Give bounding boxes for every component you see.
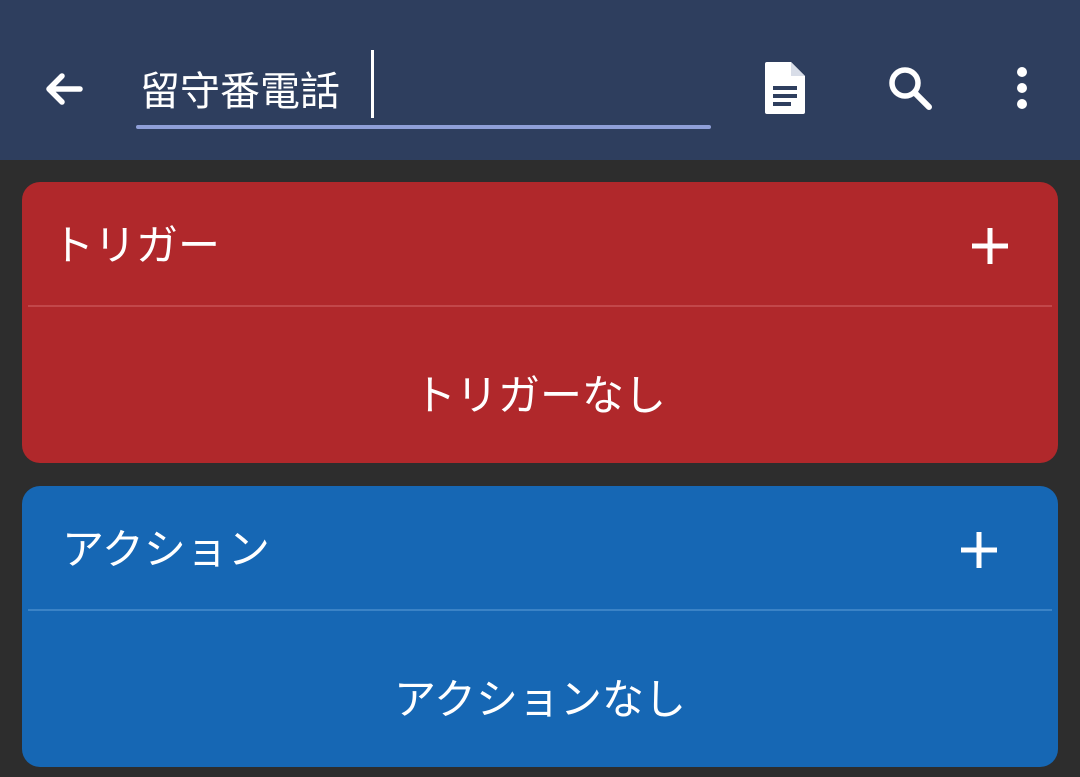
more-options-button[interactable] [986, 52, 1058, 124]
search-icon [889, 67, 932, 110]
triggers-divider [28, 305, 1052, 307]
add-trigger-button[interactable] [958, 214, 1022, 278]
app-bar [0, 0, 1080, 160]
plus-icon [972, 228, 1008, 264]
triggers-card: トリガー トリガーなし [22, 182, 1058, 463]
actions-card: アクション アクションなし [22, 486, 1058, 767]
triggers-header[interactable]: トリガー [22, 182, 1058, 306]
document-icon [765, 62, 805, 114]
add-action-button[interactable] [947, 518, 1011, 582]
macro-name-input[interactable] [136, 52, 711, 124]
triggers-title: トリガー [52, 221, 221, 270]
arrow-back-icon [46, 73, 83, 105]
no-triggers-text: トリガーなし [413, 371, 666, 420]
plus-icon [961, 532, 997, 568]
text-caret [371, 50, 374, 118]
search-button[interactable] [874, 52, 946, 124]
macro-name-field[interactable] [136, 52, 711, 130]
actions-header[interactable]: アクション [22, 486, 1058, 610]
more-vertical-icon [1017, 67, 1027, 109]
back-button[interactable] [30, 55, 98, 123]
document-button[interactable] [748, 52, 820, 124]
macro-name-underline [136, 125, 711, 129]
no-actions-text: アクションなし [394, 675, 686, 724]
actions-title: アクション [62, 525, 270, 574]
actions-divider [28, 609, 1052, 611]
